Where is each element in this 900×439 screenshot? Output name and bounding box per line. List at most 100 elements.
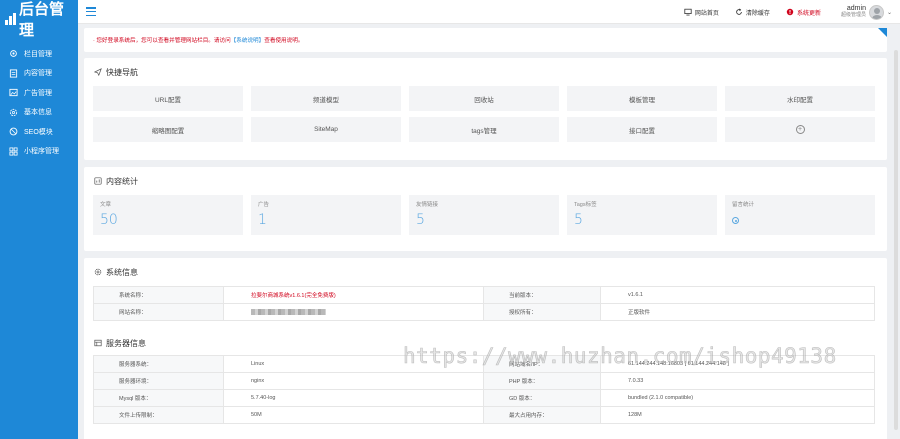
- table-value: v1.6.1: [600, 286, 875, 304]
- stat-label: Tags标签: [574, 202, 597, 208]
- table-value: nginx: [223, 372, 484, 390]
- stat-label: 广告: [258, 202, 270, 208]
- table-key: Mysql 版本：: [93, 389, 224, 407]
- stat-tags[interactable]: Tags标签 5: [567, 195, 717, 235]
- section-title-text: 服务器信息: [106, 338, 146, 348]
- sidebar: 后台管理 栏目管理 内容管理 广告管理 基本信息 SEO模块 小程序管理: [0, 0, 78, 439]
- table-key: 文件上传限制：: [93, 406, 224, 424]
- brand-logo[interactable]: 后台管理: [0, 0, 78, 39]
- stat-value: 1: [258, 212, 267, 228]
- sidebar-item-miniprogram[interactable]: 小程序管理: [0, 142, 78, 162]
- section-title-text: 快捷导航: [106, 67, 138, 77]
- scrollbar[interactable]: [894, 50, 898, 430]
- stat-messages[interactable]: 留言统计: [725, 195, 875, 235]
- table-row: 网站名称： 授权所有： 正版软件: [93, 303, 875, 321]
- table-value: bundled (2.1.0 compatible): [600, 389, 875, 407]
- table-key: 网站域名/IP：: [483, 355, 601, 373]
- settings-icon: [9, 108, 18, 116]
- quick-add-button[interactable]: +: [725, 117, 875, 142]
- sidebar-item-label: 小程序管理: [24, 148, 59, 156]
- table-key: 最大占用内存：: [483, 406, 601, 424]
- notice-link[interactable]: 【系统说明】: [231, 36, 265, 44]
- table-row: 服务器系统： Linux 网站域名/IP： 61.144.244.148:168…: [93, 355, 875, 373]
- quick-tags-manage[interactable]: tags管理: [409, 117, 559, 142]
- table-key: 服务器系统：: [93, 355, 224, 373]
- grid-icon: [9, 147, 18, 156]
- gear-icon: [10, 50, 17, 58]
- table-row: 文件上传限制： 50M 最大占用内存： 128M: [93, 406, 875, 424]
- quick-nav-title: 快捷导航: [84, 58, 887, 86]
- sidebar-item-ads[interactable]: 广告管理: [0, 83, 78, 103]
- logo-icon: [5, 13, 16, 25]
- quick-api-config[interactable]: 接口配置: [567, 117, 717, 142]
- server-info-table: 服务器系统： Linux 网站域名/IP： 61.144.244.148:168…: [93, 355, 875, 424]
- notice-banner: · 您好登录系统后，您可以查看并管理网站栏目。请访问 【系统说明】 查看使用说明…: [84, 28, 887, 52]
- user-role: 超级管理员: [840, 12, 866, 19]
- system-info-table: 系统名称： 拉斐尔商城系统v1.6.1(完全免费版) 当前版本： v1.6.1 …: [93, 286, 875, 321]
- quick-thumbnail-config[interactable]: 缩略图配置: [93, 117, 243, 142]
- server-icon: [94, 339, 102, 347]
- quick-watermark-config[interactable]: 水印配置: [725, 86, 875, 111]
- system-update-button[interactable]: 系统更新: [786, 8, 821, 17]
- quick-channel-model[interactable]: 频道模型: [251, 86, 401, 111]
- clear-cache-label: 清除缓存: [745, 10, 770, 17]
- table-key: 当前版本：: [483, 286, 601, 304]
- alert-icon: [786, 8, 794, 16]
- quick-url-config[interactable]: URL配置: [93, 86, 243, 111]
- stat-ads[interactable]: 广告 1: [251, 195, 401, 235]
- site-home-link[interactable]: 网站首页: [684, 8, 719, 17]
- stats-title: 内容统计: [84, 167, 887, 195]
- server-info-title: 服务器信息: [84, 331, 887, 355]
- stat-value: 50: [100, 212, 118, 228]
- main-content: · 您好登录系统后，您可以查看并管理网站栏目。请访问 【系统说明】 查看使用说明…: [84, 28, 887, 439]
- chevron-down-icon[interactable]: ⌄: [887, 9, 892, 16]
- table-key: 系统名称：: [93, 286, 224, 304]
- table-row: Mysql 版本： 5.7.40-log GD 版本： bundled (2.1…: [93, 389, 875, 407]
- quick-template-manage[interactable]: 模板管理: [567, 86, 717, 111]
- table-value: 128M: [600, 406, 875, 424]
- stats-grid: 文章 50 广告 1 友情链接 5 Tags标签 5 留言统计: [84, 195, 887, 235]
- avatar[interactable]: [868, 4, 884, 20]
- topbar: 网站首页 清除缓存 系统更新 admin 超级管理员 ⌄: [78, 0, 900, 24]
- notice-text-after: 查看使用说明。: [264, 38, 304, 44]
- notice-text-before: · 您好登录系统后，您可以查看并管理网站栏目。请访问: [93, 38, 231, 44]
- seo-icon: [9, 127, 18, 136]
- user-menu[interactable]: admin 超级管理员 ⌄: [841, 4, 892, 20]
- sidebar-item-column[interactable]: 栏目管理: [0, 44, 78, 64]
- section-title-text: 系统信息: [106, 267, 138, 277]
- table-value: 5.7.40-log: [223, 389, 484, 407]
- table-value-blurred: [223, 303, 484, 321]
- quick-recycle-bin[interactable]: 回收站: [409, 86, 559, 111]
- sidebar-item-label: 广告管理: [24, 89, 52, 97]
- stat-label: 友情链接: [416, 202, 439, 208]
- quick-nav-grid: URL配置 频道模型 回收站 模板管理 水印配置 缩略图配置 SiteMap t…: [84, 86, 887, 142]
- stat-value: 5: [416, 212, 425, 228]
- image-icon: [9, 89, 18, 97]
- site-home-label: 网站首页: [694, 10, 719, 17]
- quick-sitemap[interactable]: SiteMap: [251, 117, 401, 142]
- circle-icon: [732, 217, 739, 224]
- stat-articles[interactable]: 文章 50: [93, 195, 243, 235]
- refresh-icon: [736, 8, 742, 15]
- table-value: 拉斐尔商城系统v1.6.1(完全免费版): [223, 286, 484, 304]
- table-value: 7.0.33: [600, 372, 875, 390]
- sidebar-item-seo[interactable]: SEO模块: [0, 122, 78, 142]
- stat-value: 5: [574, 212, 583, 228]
- sidebar-item-basic-info[interactable]: 基本信息: [0, 103, 78, 123]
- table-row: 服务器环境： nginx PHP 版本： 7.0.33: [93, 372, 875, 390]
- gear-icon: [94, 268, 102, 276]
- clear-cache-button[interactable]: 清除缓存: [735, 8, 770, 17]
- table-key: PHP 版本：: [483, 372, 601, 390]
- system-info-title: 系统信息: [84, 258, 887, 286]
- document-icon: [9, 69, 18, 78]
- sidebar-item-content[interactable]: 内容管理: [0, 64, 78, 84]
- chart-icon: [94, 177, 102, 185]
- stat-links[interactable]: 友情链接 5: [409, 195, 559, 235]
- table-row: 系统名称： 拉斐尔商城系统v1.6.1(完全免费版) 当前版本： v1.6.1: [93, 286, 875, 304]
- table-key: 授权所有：: [483, 303, 601, 321]
- sidebar-item-label: 栏目管理: [24, 50, 52, 58]
- stat-label: 文章: [100, 202, 112, 208]
- menu-toggle-icon[interactable]: [86, 7, 96, 16]
- user-info: admin 超级管理员: [841, 5, 866, 18]
- section-title-text: 内容统计: [106, 176, 138, 186]
